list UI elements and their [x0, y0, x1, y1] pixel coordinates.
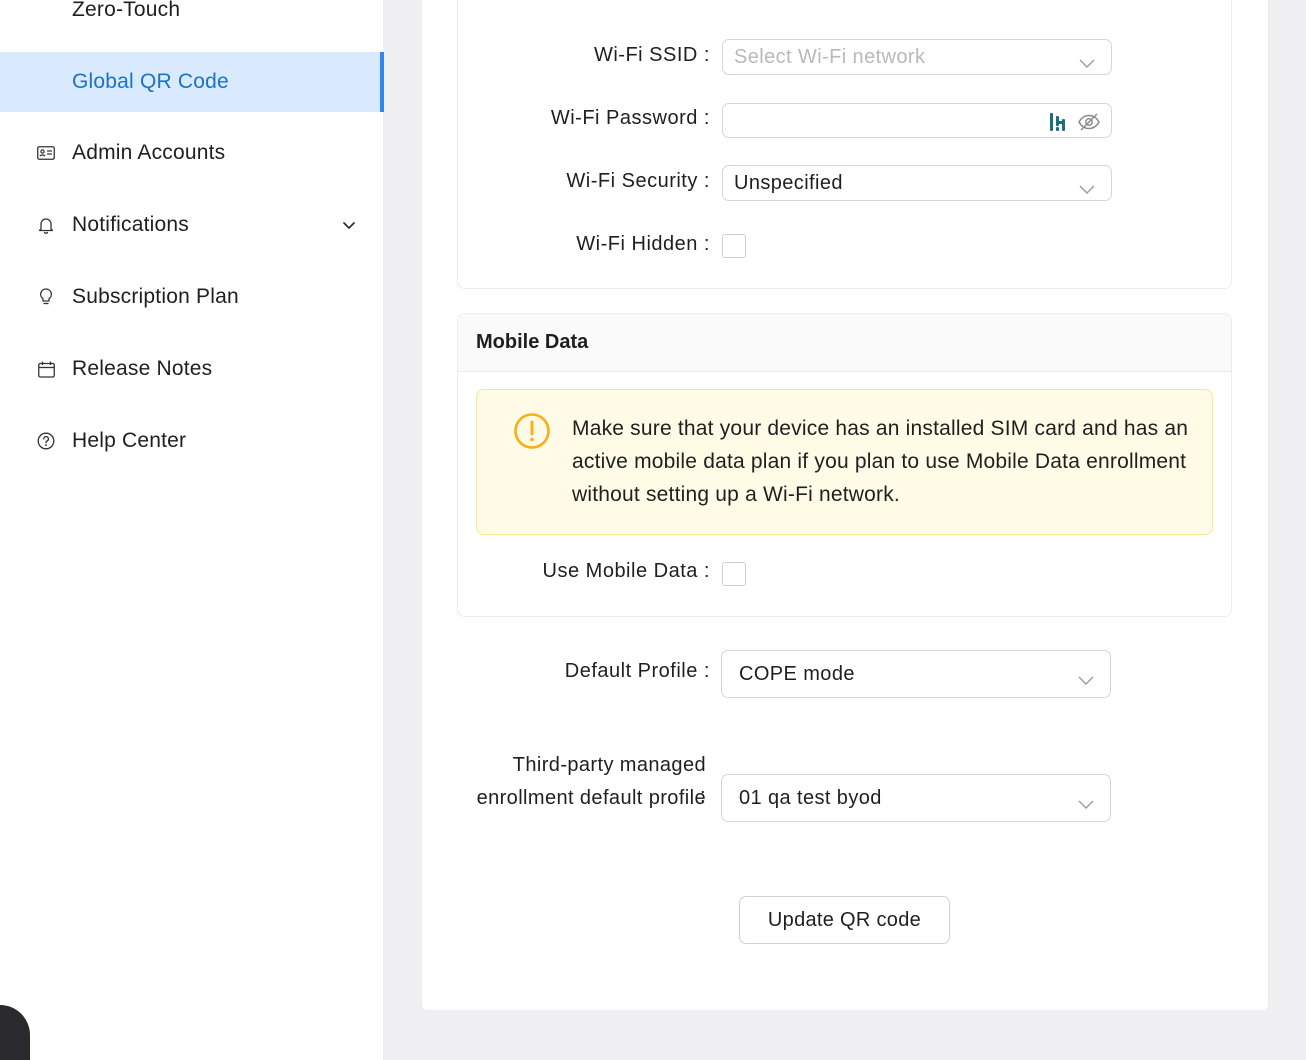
sidebar-item-help-center[interactable]: Help Center: [0, 413, 384, 469]
sidebar-item-label: Notifications: [72, 213, 189, 236]
sidebar-item-subscription-plan[interactable]: Subscription Plan: [0, 269, 384, 325]
third-party-profile-select[interactable]: 01 qa test byod: [721, 774, 1111, 822]
use-mobile-data-label: Use Mobile Data :: [542, 560, 710, 582]
chevron-down-icon: [1078, 669, 1094, 685]
eye-invisible-icon[interactable]: [1077, 111, 1101, 133]
sidebar-item-notifications[interactable]: Notifications: [0, 197, 384, 253]
default-profile-select[interactable]: COPE mode: [721, 650, 1111, 698]
wifi-ssid-placeholder: Select Wi-Fi network: [734, 45, 926, 68]
password-manager-icon[interactable]: [1049, 112, 1067, 132]
sidebar: Zero-Touch Global QR Code Admin Accounts…: [0, 0, 384, 1060]
update-qr-code-button[interactable]: Update QR code: [739, 896, 950, 944]
wifi-ssid-label: Wi-Fi SSID :: [593, 44, 710, 66]
wifi-hidden-checkbox[interactable]: [722, 234, 746, 258]
chevron-down-icon: [1078, 793, 1094, 809]
warning-text: Make sure that your device has an instal…: [572, 417, 1189, 506]
mobile-data-title: Mobile Data: [458, 314, 1231, 372]
sidebar-item-label: Global QR Code: [72, 70, 229, 93]
sidebar-item-label: Help Center: [72, 429, 187, 452]
sidebar-item-label: Subscription Plan: [72, 285, 239, 308]
chevron-down-icon: [1079, 52, 1095, 68]
wifi-password-label: Wi-Fi Password :: [550, 107, 710, 129]
question-circle-icon: [37, 432, 55, 450]
wifi-ssid-select[interactable]: Select Wi-Fi network: [722, 39, 1112, 75]
warning-icon: [513, 412, 551, 450]
chevron-down-icon: [1079, 178, 1095, 194]
sidebar-item-admin-accounts[interactable]: Admin Accounts: [0, 125, 384, 181]
wifi-security-label: Wi-Fi Security :: [566, 170, 710, 192]
chevron-down-icon[interactable]: [340, 216, 358, 234]
wifi-hidden-label: Wi-Fi Hidden :: [576, 233, 710, 255]
sidebar-item-label: Release Notes: [72, 357, 213, 380]
lightbulb-icon: [37, 288, 55, 306]
wifi-security-select[interactable]: Unspecified: [722, 165, 1112, 201]
app-root: Zero-Touch Global QR Code Admin Accounts…: [0, 0, 1306, 1060]
label-colon: :: [700, 785, 706, 807]
id-card-icon: [37, 144, 55, 162]
use-mobile-data-checkbox[interactable]: [722, 562, 746, 586]
bell-icon: [37, 216, 55, 234]
sidebar-corner-decoration: [0, 1005, 30, 1060]
default-profile-value: COPE mode: [739, 662, 855, 685]
sidebar-item-zero-touch[interactable]: Zero-Touch: [0, 0, 384, 40]
sidebar-item-release-notes[interactable]: Release Notes: [0, 341, 384, 397]
third-party-profile-label: Third-party managed enrollment default p…: [476, 754, 706, 809]
sidebar-item-label: Admin Accounts: [72, 141, 226, 164]
sidebar-item-label: Zero-Touch: [72, 0, 181, 21]
sidebar-item-global-qr-code[interactable]: Global QR Code: [0, 52, 384, 112]
wifi-password-input[interactable]: [722, 103, 1112, 138]
default-profile-label: Default Profile :: [564, 660, 710, 682]
third-party-profile-value: 01 qa test byod: [739, 786, 882, 809]
wifi-security-value: Unspecified: [734, 171, 843, 194]
mobile-data-warning: Make sure that your device has an instal…: [476, 389, 1213, 535]
calendar-icon: [37, 360, 55, 378]
